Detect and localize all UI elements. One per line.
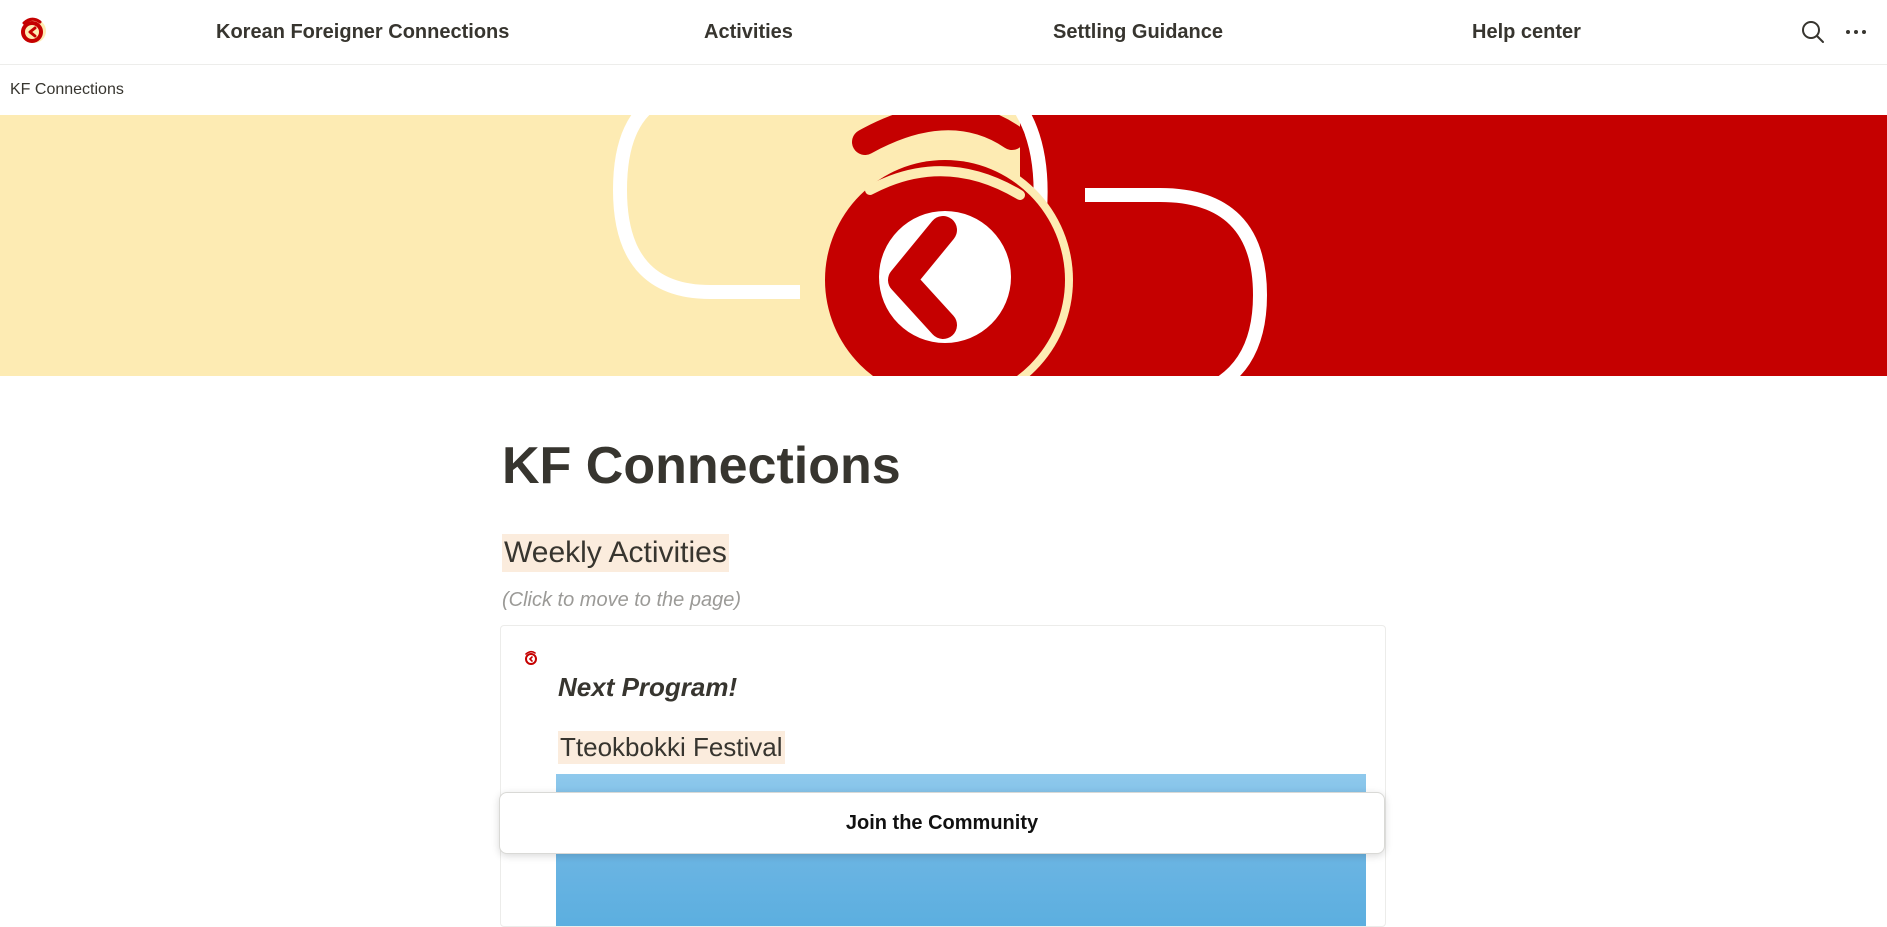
kf-logo-icon[interactable]	[18, 14, 48, 44]
top-nav-bar: Korean Foreigner Connections Activities …	[0, 0, 1887, 65]
nav-link-activities[interactable]: Activities	[704, 21, 793, 44]
cover-banner-graphic	[0, 115, 1887, 376]
cover-banner	[0, 115, 1887, 376]
join-community-button[interactable]: Join the Community	[499, 792, 1385, 854]
more-horizontal-icon[interactable]	[1842, 18, 1870, 46]
breadcrumb[interactable]: KF Connections	[10, 81, 124, 99]
weekly-activities-heading[interactable]: Weekly Activities	[502, 534, 729, 572]
nav-link-help-center[interactable]: Help center	[1472, 21, 1581, 44]
click-hint-text: (Click to move to the page)	[502, 589, 741, 611]
event-title[interactable]: Tteokbokki Festival	[558, 731, 785, 764]
nav-link-korean-foreigner-connections[interactable]: Korean Foreigner Connections	[216, 21, 509, 44]
nav-link-settling-guidance[interactable]: Settling Guidance	[1053, 21, 1223, 44]
page-title: KF Connections	[502, 437, 901, 495]
next-program-callout: Next Program! Tteokbokki Festival	[500, 625, 1386, 927]
next-program-label: Next Program!	[558, 672, 738, 702]
kf-logo-icon	[525, 650, 537, 665]
search-icon[interactable]	[1799, 18, 1827, 46]
